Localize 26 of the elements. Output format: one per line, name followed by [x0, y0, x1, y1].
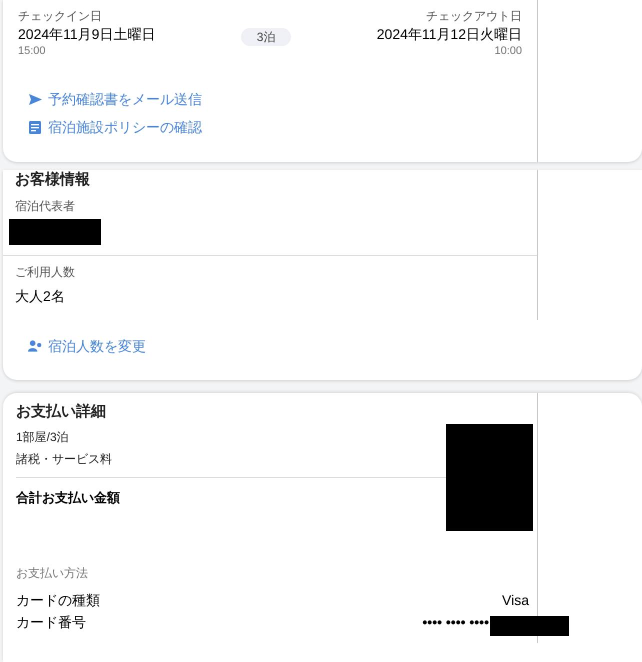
link[interactable]: 宿泊施設ポリシーの確認 [28, 116, 202, 138]
checkin-date: 2024年11月9日土曜日 [18, 25, 156, 44]
total-label: 合計お支払い金額 [16, 489, 121, 507]
price-line-label: 1部屋/3泊 [16, 429, 70, 445]
section-title: お客様情報 [15, 170, 91, 190]
people-settings-icon [28, 340, 42, 352]
link[interactable]: 予約確認書をメール送信 [28, 88, 202, 110]
checkin-time: 15:00 [18, 44, 47, 58]
field-label: ご利用人数 [15, 264, 76, 280]
send-icon [28, 94, 42, 104]
payment-method-label: お支払い方法 [16, 565, 89, 581]
section-title: お支払い詳細 [16, 402, 107, 422]
checkout-date: 2024年11月12日火曜日 [376, 25, 522, 44]
field-label: 宿泊代表者 [15, 198, 76, 214]
row-label: カード番号 [16, 613, 86, 632]
row-value: •••• •••• •••• [422, 613, 489, 632]
document-icon [29, 120, 41, 134]
link[interactable]: 宿泊人数を変更 [28, 335, 146, 357]
row-value: Visa [502, 591, 529, 610]
nights-badge: 3泊 [240, 28, 292, 46]
checkout-label: チェックアウト日 [426, 9, 522, 24]
row-label: カードの種類 [16, 591, 100, 610]
field-value: 大人2名 [15, 287, 66, 306]
price-line-label: 諸税・サービス料 [16, 451, 113, 467]
checkin-label: チェックイン日 [18, 9, 103, 24]
checkout-time: 10:00 [494, 44, 522, 58]
